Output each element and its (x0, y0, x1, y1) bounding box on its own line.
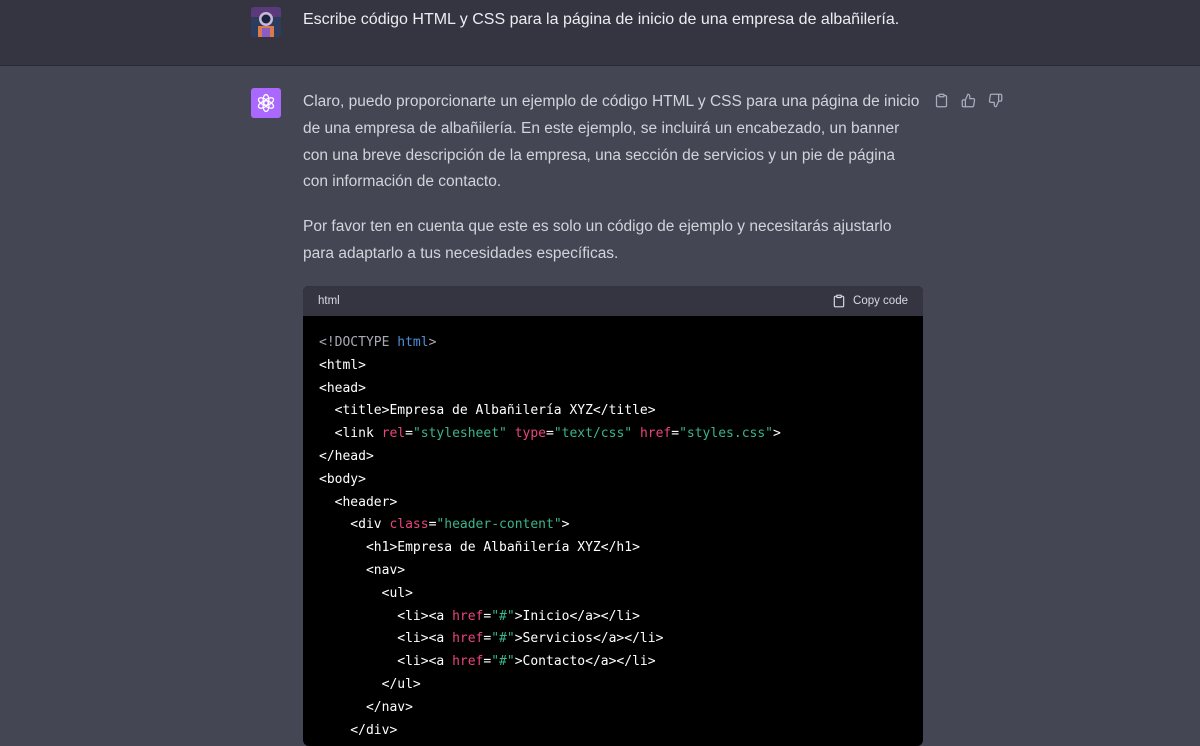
code-line: </nav> (319, 697, 907, 720)
code-token: <title>Empresa de Albañilería XYZ</title… (319, 403, 656, 419)
code-token: <h1>Empresa de Albañilería XYZ</h1> (319, 540, 640, 556)
code-line: <title>Empresa de Albañilería XYZ</title… (319, 400, 907, 423)
copy-code-label: Copy code (853, 295, 908, 307)
code-line: <ul> (319, 583, 907, 606)
code-token: rel (381, 426, 406, 442)
code-token: </div> (319, 722, 398, 738)
openai-logo-icon (251, 88, 281, 118)
clipboard-icon[interactable] (932, 91, 951, 110)
code-line: <li><a href="#">Inicio</a></li> (319, 606, 907, 629)
code-token: <link (319, 426, 382, 442)
code-token: "#" (491, 608, 515, 624)
code-line: <h1>Empresa de Albañilería XYZ</h1> (319, 537, 907, 560)
user-avatar (251, 7, 281, 37)
code-token: class (389, 517, 429, 533)
code-token: "styles.css" (679, 426, 773, 442)
code-token: <div (319, 517, 390, 533)
code-token: "#" (491, 654, 515, 670)
code-line: <link rel="stylesheet" type="text/css" h… (319, 423, 907, 446)
code-token: href (452, 608, 484, 624)
code-block-header: html Copy code (303, 286, 923, 316)
code-token: <body> (319, 471, 366, 487)
code-token: > (428, 335, 437, 350)
code-token: <li><a (319, 654, 453, 670)
user-message-text: Escribe código HTML y CSS para la página… (303, 11, 900, 28)
code-token: <li><a (319, 608, 453, 624)
thumbs-down-icon[interactable] (986, 91, 1005, 110)
code-line: <nav> (319, 560, 907, 583)
code-line: <li><a href="#">Servicios</a></li> (319, 628, 907, 651)
code-token: "#" (491, 631, 515, 647)
thumbs-up-icon[interactable] (959, 91, 978, 110)
assistant-paragraph: Claro, puedo proporcionarte un ejemplo d… (303, 93, 920, 191)
code-token: = (671, 426, 680, 442)
code-token: <head> (319, 380, 366, 396)
code-token: <html> (319, 357, 366, 373)
code-line: <header> (319, 492, 907, 515)
code-token: href (639, 426, 672, 442)
code-token: href (452, 654, 484, 670)
copy-code-button[interactable]: Copy code (832, 294, 908, 308)
code-content[interactable]: <!DOCTYPE html> <html> <head> <title>Empre… (303, 316, 923, 746)
code-token: href (452, 631, 484, 647)
code-line: </div> (319, 720, 907, 743)
code-token: <ul> (319, 585, 413, 601)
clipboard-icon (833, 294, 845, 308)
assistant-paragraph: Por favor ten en cuenta que este es solo… (303, 218, 892, 262)
code-line: <!DOCTYPE html> (319, 332, 907, 355)
code-token: <header> (319, 494, 398, 510)
user-message-row: Escribe código HTML y CSS para la página… (0, 0, 1200, 66)
code-line: <html> (319, 355, 907, 378)
code-token: > (561, 517, 570, 533)
code-token: </head> (319, 448, 374, 464)
code-language-label: html (318, 295, 340, 307)
code-token: > (773, 426, 781, 442)
code-token: >Servicios</a></li> (514, 631, 664, 647)
code-token: "stylesheet" (412, 426, 507, 442)
code-line: </ul> (319, 674, 907, 697)
code-token: </nav> (319, 699, 413, 715)
code-token: </ul> (319, 676, 421, 692)
code-token: <!DOCTYPE (319, 335, 398, 350)
code-line: </head> (319, 446, 907, 469)
message-actions (932, 91, 1005, 110)
assistant-message-text: Claro, puedo proporcionarte un ejemplo d… (303, 89, 923, 286)
code-line: <li><a href="#">Contacto</a></li> (319, 651, 907, 674)
code-token: = (405, 426, 413, 442)
code-token: >Inicio</a></li> (514, 608, 640, 624)
code-line: <body> (319, 469, 907, 492)
code-token: = (546, 426, 554, 442)
code-token: <li><a (319, 631, 453, 647)
code-block: html Copy code <!DOCTYPE html> <html> <hea… (303, 286, 923, 746)
code-token: "text/css" (553, 426, 633, 442)
code-token: type (514, 426, 546, 442)
code-token: >Contacto</a></li> (514, 654, 656, 670)
code-line: <div class="header-content"> (319, 514, 907, 537)
code-line: <head> (319, 378, 907, 401)
code-token: <nav> (319, 562, 406, 578)
code-token: html (397, 335, 429, 350)
code-token: "header-content" (436, 517, 562, 533)
